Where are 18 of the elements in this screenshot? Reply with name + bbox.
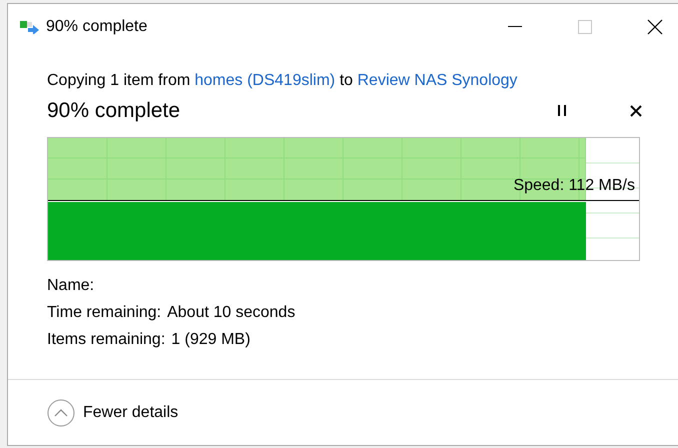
copy-icon [20,20,40,34]
close-icon [647,19,663,35]
source-link[interactable]: homes (DS419slim) [194,72,336,89]
detail-value: About 10 seconds [167,302,296,322]
details-toggle-button[interactable]: Fewer details [47,398,178,426]
destination-link[interactable]: Review NAS Synology [357,72,518,89]
close-icon [630,104,642,117]
pause-icon [558,105,566,116]
detail-label: Items remaining: [47,330,166,348]
status-heading: 90% complete [47,98,180,124]
detail-label: Time remaining: [47,302,162,322]
minimize-icon [508,26,522,28]
detail-label: Name: [47,276,94,294]
window-title: 90% complete [46,17,148,37]
speed-label: Speed: 112 MB/s [513,176,635,196]
maximize-icon [578,20,592,34]
copy-description: Copying 1 item from homes (DS419slim) to Review NAS Synology [47,71,518,91]
detail-value: 1 (929 MB) [171,330,250,348]
